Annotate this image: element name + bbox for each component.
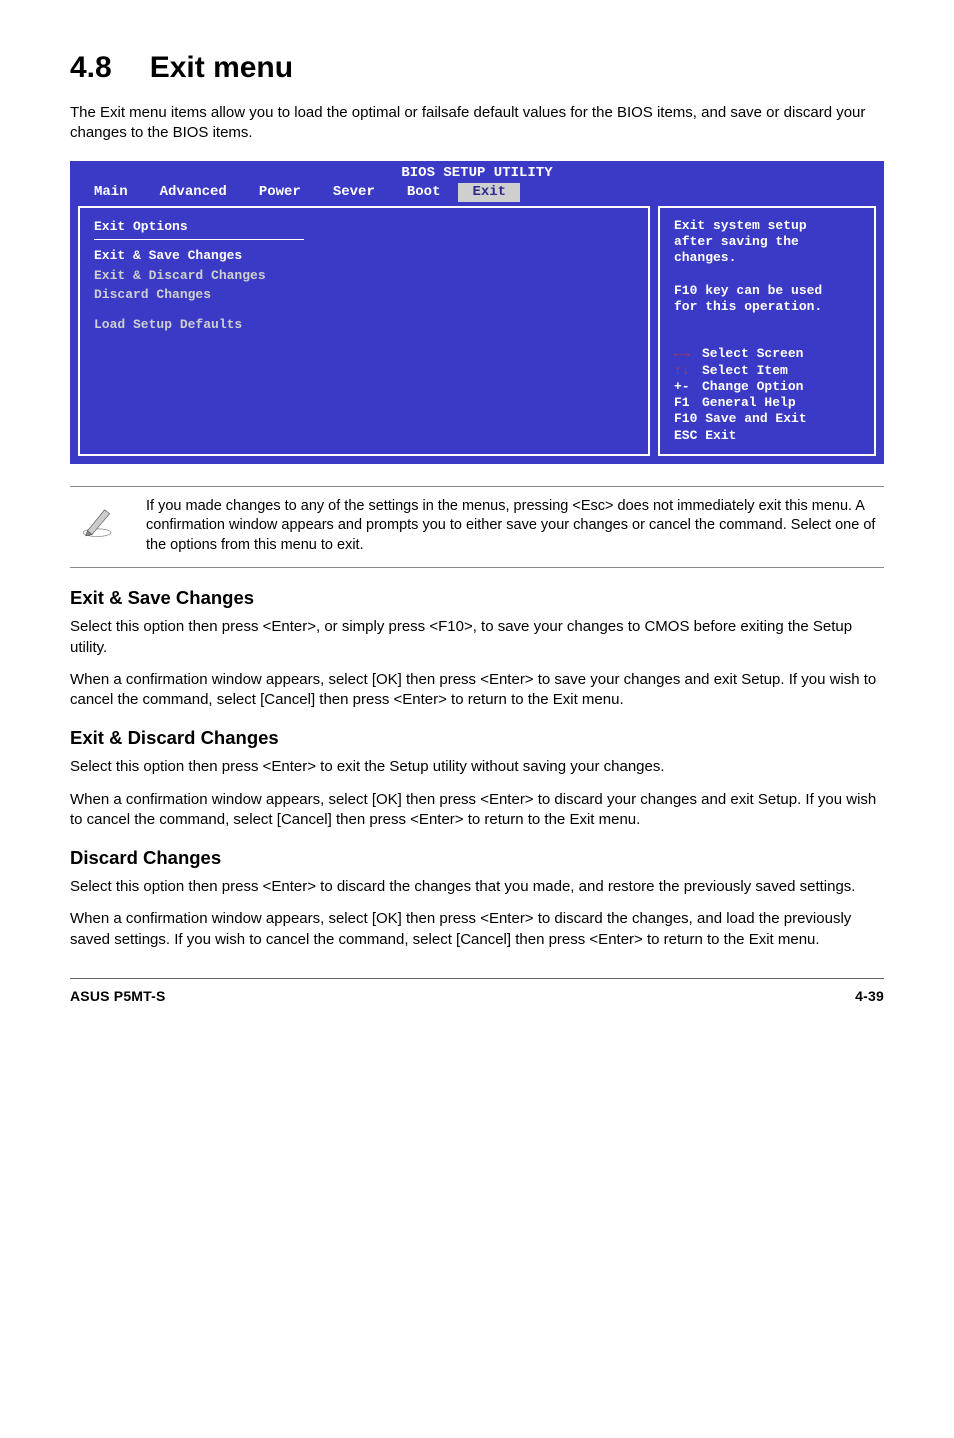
exit-options-title: Exit Options bbox=[94, 218, 634, 236]
arrows-ud-icon: ↑↓ bbox=[674, 363, 702, 379]
discard-changes-item[interactable]: Discard Changes bbox=[94, 285, 634, 305]
spacer bbox=[94, 305, 634, 315]
key-sym: F1 bbox=[674, 395, 702, 411]
help-line: for this operation. bbox=[674, 299, 860, 315]
paragraph: Select this option then press <Enter> to… bbox=[70, 757, 884, 777]
sub-heading-exit-discard: Exit & Discard Changes bbox=[70, 726, 884, 751]
exit-save-changes-item[interactable]: Exit & Save Changes bbox=[94, 246, 634, 266]
key-label: General Help bbox=[702, 395, 796, 411]
key-row: ↑↓Select Item bbox=[674, 363, 860, 379]
tab-boot[interactable]: Boot bbox=[393, 183, 455, 202]
footer-left: ASUS P5MT-S bbox=[70, 987, 166, 1006]
key-label: Select Item bbox=[702, 363, 788, 379]
tab-advanced[interactable]: Advanced bbox=[146, 183, 241, 202]
help-line bbox=[674, 267, 860, 283]
tab-sever[interactable]: Sever bbox=[319, 183, 389, 202]
paragraph: Select this option then press <Enter> to… bbox=[70, 877, 884, 897]
bios-tab-bar: Main Advanced Power Sever Boot Exit bbox=[70, 183, 884, 206]
load-setup-defaults-item[interactable]: Load Setup Defaults bbox=[94, 315, 634, 335]
paragraph: When a confirmation window appears, sele… bbox=[70, 909, 884, 950]
tab-exit[interactable]: Exit bbox=[458, 183, 520, 202]
paragraph: When a confirmation window appears, sele… bbox=[70, 790, 884, 831]
footer-right: 4-39 bbox=[855, 987, 884, 1006]
section-title-text: Exit menu bbox=[150, 51, 293, 84]
key-row: ←→Select Screen bbox=[674, 346, 860, 362]
key-row: +-Change Option bbox=[674, 379, 860, 395]
tab-power[interactable]: Power bbox=[245, 183, 315, 202]
sub-heading-exit-save: Exit & Save Changes bbox=[70, 586, 884, 611]
paragraph: Select this option then press <Enter>, o… bbox=[70, 617, 884, 658]
divider bbox=[94, 239, 304, 240]
bios-header: BIOS SETUP UTILITY Main Advanced Power S… bbox=[70, 161, 884, 206]
arrows-lr-icon: ←→ bbox=[674, 346, 702, 362]
key-label bbox=[697, 411, 705, 427]
key-label: Exit bbox=[705, 428, 736, 444]
sub-heading-discard: Discard Changes bbox=[70, 846, 884, 871]
bios-body: Exit Options Exit & Save Changes Exit & … bbox=[70, 206, 884, 456]
key-label: Select Screen bbox=[702, 346, 803, 362]
help-line: after saving the bbox=[674, 234, 860, 250]
help-line: F10 key can be used bbox=[674, 283, 860, 299]
paragraph: When a confirmation window appears, sele… bbox=[70, 670, 884, 711]
bios-screenshot: BIOS SETUP UTILITY Main Advanced Power S… bbox=[70, 161, 884, 464]
section-heading: 4.8 Exit menu bbox=[70, 48, 884, 89]
bios-left-panel: Exit Options Exit & Save Changes Exit & … bbox=[78, 206, 650, 456]
key-row: F1General Help bbox=[674, 395, 860, 411]
key-label bbox=[697, 428, 705, 444]
section-intro: The Exit menu items allow you to load th… bbox=[70, 103, 884, 144]
bios-help-text: Exit system setup after saving the chang… bbox=[674, 218, 860, 316]
help-line: Exit system setup bbox=[674, 218, 860, 234]
help-line: changes. bbox=[674, 250, 860, 266]
bios-right-panel: Exit system setup after saving the chang… bbox=[658, 206, 876, 456]
pencil-note-icon bbox=[70, 497, 120, 546]
note-text: If you made changes to any of the settin… bbox=[146, 497, 884, 556]
bios-title: BIOS SETUP UTILITY bbox=[70, 161, 884, 183]
bios-key-legend: ←→Select Screen ↑↓Select Item +-Change O… bbox=[674, 346, 860, 444]
exit-discard-changes-item[interactable]: Exit & Discard Changes bbox=[94, 266, 634, 286]
tab-main[interactable]: Main bbox=[80, 183, 142, 202]
key-sym: F10 bbox=[674, 411, 697, 427]
page-footer: ASUS P5MT-S 4-39 bbox=[70, 978, 884, 1006]
key-row: F10 Save and Exit bbox=[674, 411, 860, 427]
key-sym: ESC bbox=[674, 428, 697, 444]
note-box: If you made changes to any of the settin… bbox=[70, 486, 884, 569]
key-row: ESC Exit bbox=[674, 428, 860, 444]
section-number: 4.8 bbox=[70, 48, 112, 89]
key-sym: +- bbox=[674, 379, 702, 395]
key-label: Change Option bbox=[702, 379, 803, 395]
key-label: Save and Exit bbox=[705, 411, 806, 427]
